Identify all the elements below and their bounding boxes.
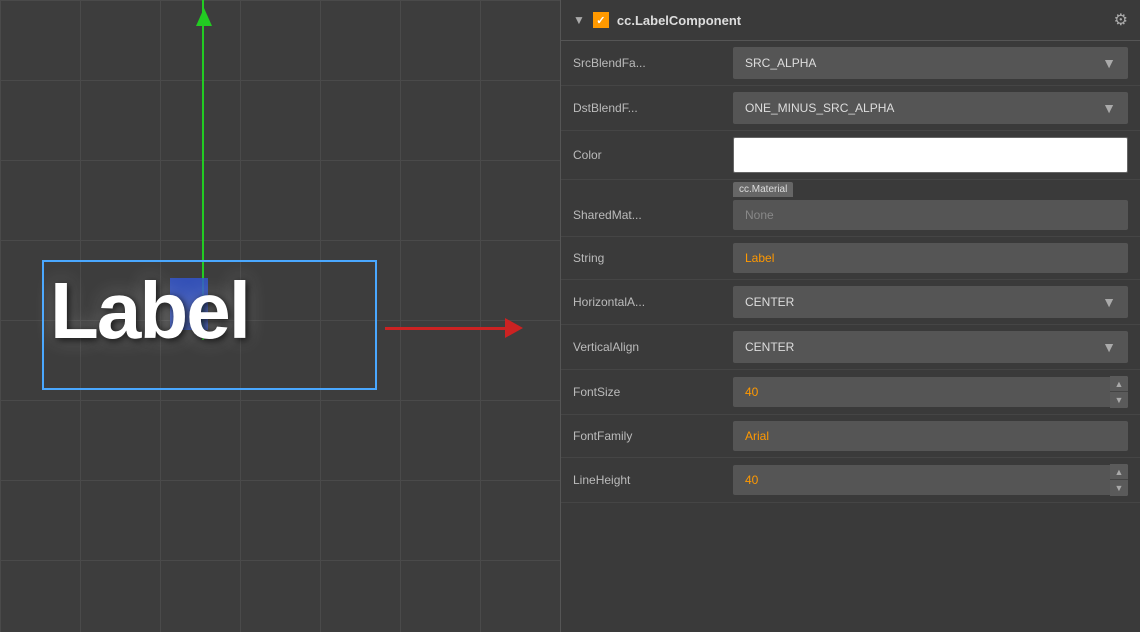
string-row: String Label: [561, 237, 1140, 280]
gear-icon[interactable]: ⚙: [1114, 10, 1128, 30]
line-height-value[interactable]: 40 ▲ ▼: [733, 464, 1128, 496]
font-family-label: FontFamily: [573, 429, 733, 443]
component-title: cc.LabelComponent: [617, 13, 1106, 28]
font-size-decrement-button[interactable]: ▼: [1110, 392, 1128, 408]
color-value[interactable]: [733, 137, 1128, 173]
src-blend-text: SRC_ALPHA: [745, 56, 816, 70]
vert-align-text: CENTER: [745, 340, 794, 354]
font-size-increment-button[interactable]: ▲: [1110, 376, 1128, 392]
font-size-field-wrapper: 40 ▲ ▼: [733, 376, 1128, 408]
canvas-panel: Label: [0, 0, 560, 632]
green-arrow-up: [196, 8, 212, 26]
collapse-arrow-icon[interactable]: ▼: [573, 13, 585, 27]
component-enabled-checkbox[interactable]: [593, 12, 609, 28]
shared-mat-tag: cc.Material: [733, 182, 793, 197]
vert-align-arrow-icon: ▼: [1102, 339, 1116, 355]
vert-align-row: VerticalAlign CENTER ▼: [561, 325, 1140, 370]
vert-align-value[interactable]: CENTER ▼: [733, 331, 1128, 363]
dst-blend-dropdown[interactable]: ONE_MINUS_SRC_ALPHA ▼: [733, 92, 1128, 124]
font-size-field[interactable]: 40: [733, 377, 1110, 407]
red-arrow-line: [385, 327, 505, 330]
line-height-field[interactable]: 40: [733, 465, 1110, 495]
horiz-align-dropdown[interactable]: CENTER ▼: [733, 286, 1128, 318]
shared-mat-label: SharedMat...: [573, 208, 733, 222]
red-arrow-head: [505, 318, 523, 338]
string-field[interactable]: Label: [733, 243, 1128, 273]
font-family-value[interactable]: Arial: [733, 421, 1128, 451]
string-label: String: [573, 251, 733, 265]
string-value[interactable]: Label: [733, 243, 1128, 273]
shared-mat-field[interactable]: None: [733, 200, 1128, 230]
font-size-value[interactable]: 40 ▲ ▼: [733, 376, 1128, 408]
dst-blend-label: DstBlendF...: [573, 101, 733, 115]
dst-blend-text: ONE_MINUS_SRC_ALPHA: [745, 101, 894, 115]
dst-blend-value[interactable]: ONE_MINUS_SRC_ALPHA ▼: [733, 92, 1128, 124]
color-picker-field[interactable]: [733, 137, 1128, 173]
properties-panel: ▼ cc.LabelComponent ⚙ SrcBlendFa... SRC_…: [560, 0, 1140, 632]
line-height-decrement-button[interactable]: ▼: [1110, 480, 1128, 496]
dst-blend-row: DstBlendF... ONE_MINUS_SRC_ALPHA ▼: [561, 86, 1140, 131]
canvas-label-text: Label: [50, 265, 249, 357]
line-height-increment-button[interactable]: ▲: [1110, 464, 1128, 480]
line-height-row: LineHeight 40 ▲ ▼: [561, 458, 1140, 503]
src-blend-value[interactable]: SRC_ALPHA ▼: [733, 47, 1128, 79]
line-height-field-wrapper: 40 ▲ ▼: [733, 464, 1128, 496]
line-height-label: LineHeight: [573, 473, 733, 487]
font-family-row: FontFamily Arial: [561, 415, 1140, 458]
shared-mat-value-wrapper: cc.Material None: [733, 200, 1128, 230]
font-family-field[interactable]: Arial: [733, 421, 1128, 451]
horiz-align-label: HorizontalA...: [573, 295, 733, 309]
font-size-label: FontSize: [573, 385, 733, 399]
dst-blend-arrow-icon: ▼: [1102, 100, 1116, 116]
font-size-spinner[interactable]: ▲ ▼: [1110, 376, 1128, 408]
shared-mat-row: SharedMat... cc.Material None: [561, 180, 1140, 237]
color-label: Color: [573, 148, 733, 162]
src-blend-row: SrcBlendFa... SRC_ALPHA ▼: [561, 41, 1140, 86]
red-pointer-arrow: [385, 318, 523, 338]
component-header: ▼ cc.LabelComponent ⚙: [561, 0, 1140, 41]
vert-align-label: VerticalAlign: [573, 340, 733, 354]
src-blend-arrow-icon: ▼: [1102, 55, 1116, 71]
horiz-align-text: CENTER: [745, 295, 794, 309]
vert-align-dropdown[interactable]: CENTER ▼: [733, 331, 1128, 363]
color-row: Color: [561, 131, 1140, 180]
horiz-align-value[interactable]: CENTER ▼: [733, 286, 1128, 318]
font-size-row: FontSize 40 ▲ ▼: [561, 370, 1140, 415]
src-blend-dropdown[interactable]: SRC_ALPHA ▼: [733, 47, 1128, 79]
src-blend-label: SrcBlendFa...: [573, 56, 733, 70]
horiz-align-row: HorizontalA... CENTER ▼: [561, 280, 1140, 325]
horiz-align-arrow-icon: ▼: [1102, 294, 1116, 310]
line-height-spinner[interactable]: ▲ ▼: [1110, 464, 1128, 496]
